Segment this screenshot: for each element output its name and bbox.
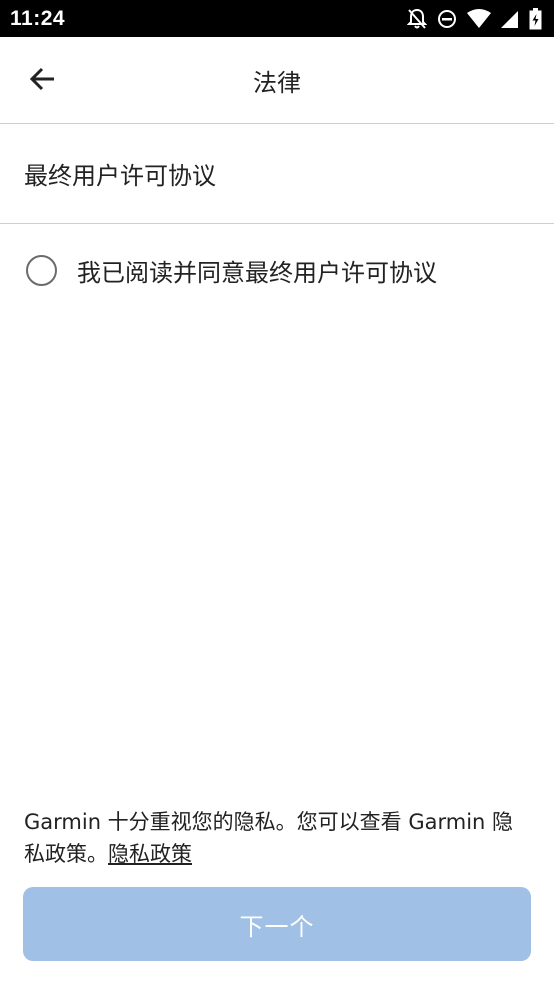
do-not-disturb-icon <box>437 9 457 29</box>
status-bar: 11:24 <box>0 0 554 37</box>
eula-section-title: 最终用户许可协议 <box>24 162 216 190</box>
signal-icon <box>501 9 519 29</box>
agree-radio-button[interactable] <box>26 254 57 286</box>
privacy-policy-link[interactable]: 隐私政策 <box>108 842 192 866</box>
privacy-notice: Garmin 十分重视您的隐私。您可以查看 Garmin 隐私政策。隐私政策 <box>24 806 534 870</box>
page-title: 法律 <box>253 68 301 97</box>
arrow-left-icon <box>29 67 55 95</box>
agree-eula-option[interactable]: 我已阅读并同意最终用户许可协议 <box>0 224 554 316</box>
privacy-notice-text: Garmin 十分重视您的隐私。您可以查看 Garmin 隐私政策。 <box>24 810 514 866</box>
status-icons <box>407 7 542 30</box>
status-time: 11:24 <box>10 6 66 30</box>
battery-icon <box>529 7 542 30</box>
back-button[interactable] <box>18 59 66 103</box>
agree-label: 我已阅读并同意最终用户许可协议 <box>77 258 437 287</box>
wifi-icon <box>467 8 491 29</box>
notifications-off-icon <box>407 8 427 30</box>
next-button[interactable]: 下一个 <box>23 887 531 961</box>
app-bar: 法律 <box>0 37 554 124</box>
eula-section-link[interactable]: 最终用户许可协议 <box>0 124 554 224</box>
